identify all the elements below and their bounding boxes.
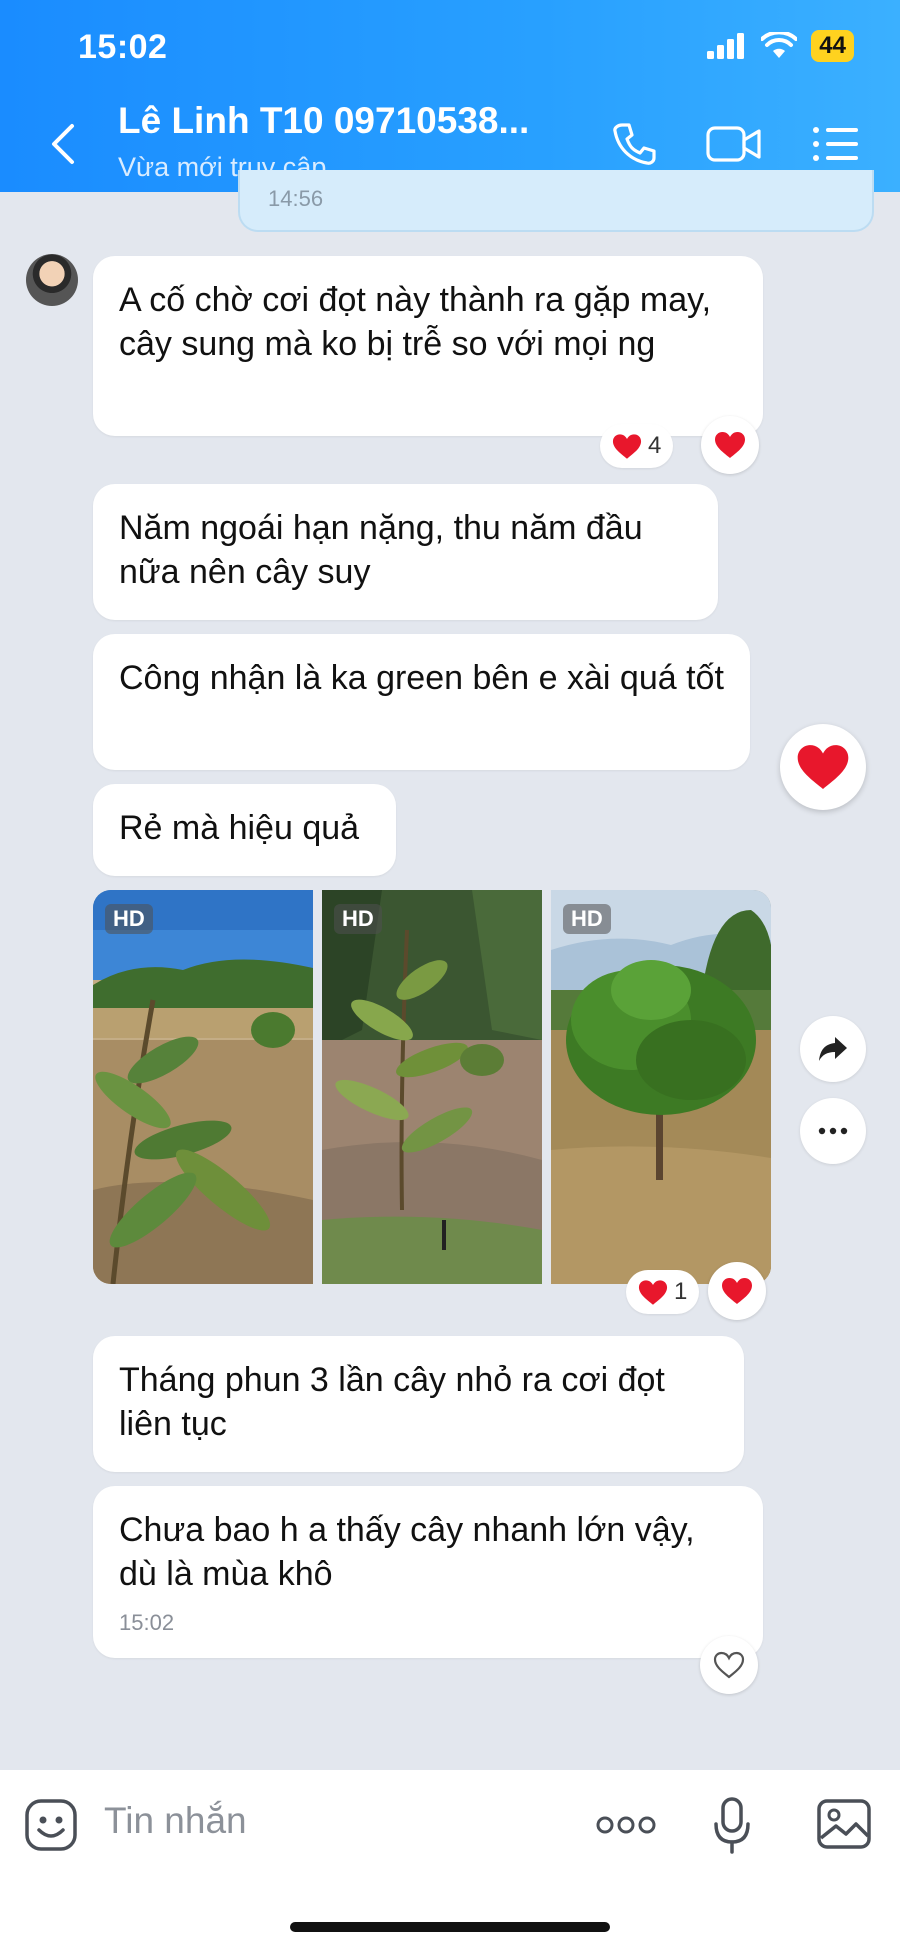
reaction-count: 4 (648, 432, 662, 459)
list-menu-icon (813, 127, 858, 161)
status-time: 15:02 (78, 28, 168, 66)
message-bubble[interactable]: Công nhận là ka green bên e xài quá tốt (93, 634, 750, 770)
message-text: Chưa bao h a thấy cây nhanh lớn vậy, dù … (119, 1511, 695, 1593)
voice-record-button[interactable] (712, 1796, 752, 1861)
image-gallery-icon (817, 1799, 871, 1849)
share-arrow-icon (819, 1037, 847, 1061)
message-bubble[interactable]: Chưa bao h a thấy cây nhanh lớn vậy, dù … (93, 1486, 763, 1658)
heart-outline-icon (713, 1651, 745, 1679)
battery-indicator: 44 (811, 30, 854, 62)
chevron-left-icon (52, 124, 74, 164)
message-composer: Tin nhắn (0, 1770, 900, 1947)
avatar[interactable] (26, 254, 78, 306)
hd-badge: HD (334, 904, 382, 934)
phone-icon (613, 123, 656, 165)
more-dots-icon (596, 1816, 656, 1834)
video-call-button[interactable] (704, 116, 764, 172)
hd-badge: HD (563, 904, 611, 934)
ellipsis-icon (818, 1127, 848, 1135)
wifi-icon (761, 32, 798, 58)
message-bubble[interactable]: A cố chờ cơi đọt này thành ra gặp may, c… (93, 256, 763, 436)
message-time: 14:56 (268, 186, 324, 211)
heart-icon (638, 1279, 668, 1305)
message-bubble[interactable]: Năm ngoái hạn nặng, thu năm đầu nữa nên … (93, 484, 718, 620)
status-icons: 44 (707, 30, 854, 62)
menu-button[interactable] (806, 116, 866, 172)
microphone-icon (714, 1797, 750, 1854)
home-indicator (290, 1922, 610, 1932)
heart-icon (722, 1278, 752, 1304)
react-button[interactable] (701, 416, 759, 474)
message-input[interactable]: Tin nhắn (104, 1800, 247, 1842)
video-camera-icon (706, 126, 761, 162)
call-button[interactable] (604, 116, 664, 172)
emoji-sticker-icon (25, 1799, 77, 1851)
more-actions-button[interactable] (596, 1814, 656, 1841)
durian-sapling-photo (322, 890, 542, 1284)
heart-icon (612, 433, 642, 459)
previous-sent-message[interactable]: 14:56 (238, 170, 874, 232)
message-bubble[interactable]: Rẻ mà hiệu quả (93, 784, 396, 876)
message-text: Tháng phun 3 lần cây nhỏ ra cơi đọt liên… (119, 1361, 665, 1443)
message-text: Công nhận là ka green bên e xài quá tốt (119, 659, 724, 697)
react-button[interactable] (708, 1262, 766, 1320)
durian-sapling-photo (93, 890, 313, 1284)
signal-icon (707, 33, 745, 59)
quick-react-heart-button[interactable] (780, 724, 866, 810)
gallery-button[interactable] (816, 1798, 872, 1855)
react-button[interactable] (700, 1636, 758, 1694)
message-text: A cố chờ cơi đọt này thành ra gặp may, c… (119, 281, 712, 363)
message-text: Năm ngoái hạn nặng, thu năm đầu nữa nên … (119, 509, 643, 591)
heart-icon (797, 745, 849, 789)
photo-thumbnail[interactable]: HD (93, 890, 313, 1284)
more-options-button[interactable] (800, 1098, 866, 1164)
photo-thumbnail[interactable]: HD (551, 890, 771, 1284)
reaction-summary[interactable]: 4 (600, 424, 674, 468)
message-bubble[interactable]: Tháng phun 3 lần cây nhỏ ra cơi đọt liên… (93, 1336, 744, 1472)
message-time: 15:02 (119, 1610, 175, 1635)
forward-button[interactable] (800, 1016, 866, 1082)
sticker-button[interactable] (24, 1798, 78, 1857)
photo-thumbnail[interactable]: HD (322, 890, 542, 1284)
contact-name[interactable]: Lê Linh T10 09710538... (118, 100, 529, 142)
durian-tree-photo (551, 890, 771, 1284)
chat-header: 15:02 44 Lê Linh T10 09710538... Vừa mới… (0, 0, 900, 192)
heart-icon (715, 432, 745, 458)
back-button[interactable] (40, 118, 84, 170)
reaction-summary[interactable]: 1 (626, 1270, 700, 1314)
message-text: Rẻ mà hiệu quả (119, 809, 360, 847)
reaction-count: 1 (674, 1278, 688, 1305)
hd-badge: HD (105, 904, 153, 934)
